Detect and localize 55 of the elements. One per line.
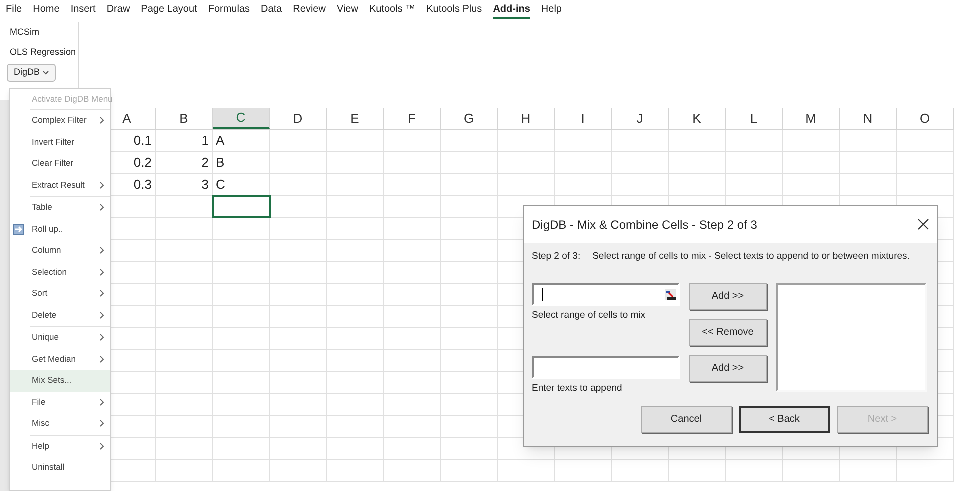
- table-cell[interactable]: A: [213, 130, 270, 151]
- dialog-button[interactable]: << Remove: [689, 319, 767, 346]
- menu-item[interactable]: Selection: [10, 262, 110, 283]
- table-cell[interactable]: C: [213, 174, 270, 195]
- menu-item[interactable]: Column: [10, 240, 110, 262]
- table-cell[interactable]: [213, 196, 270, 217]
- menu-item[interactable]: Sort: [10, 283, 110, 304]
- field-label: Select range of cells to mix: [532, 309, 647, 324]
- dropdown-button[interactable]: DigDB: [7, 64, 56, 82]
- ribbon-tab[interactable]: Draw: [106, 3, 130, 19]
- ribbon-tab[interactable]: Home: [33, 3, 60, 19]
- menu-item[interactable]: Unique: [10, 327, 110, 348]
- ribbon-tab[interactable]: File: [6, 3, 22, 19]
- menu-item[interactable]: Uninstall: [10, 457, 110, 478]
- menu-item[interactable]: Help: [10, 436, 110, 457]
- range-field[interactable]: [532, 283, 680, 306]
- ribbon-tab[interactable]: Kutools Plus: [426, 3, 482, 19]
- table-cell[interactable]: B: [213, 152, 270, 173]
- ribbon-tab[interactable]: Insert: [70, 3, 96, 19]
- ribbon-item[interactable]: OLS Regression: [10, 44, 76, 60]
- menu-item[interactable]: Table: [10, 197, 110, 218]
- ribbon-tab[interactable]: Help: [541, 3, 562, 19]
- text-cursor: [542, 288, 543, 302]
- dialog-button[interactable]: Add >>: [689, 283, 767, 310]
- ribbon-tab[interactable]: View: [336, 3, 358, 19]
- ribbon-tab[interactable]: Add-ins: [493, 3, 530, 19]
- table-cell[interactable]: 2: [156, 152, 213, 173]
- table-cell[interactable]: 3: [156, 174, 213, 195]
- table-cell[interactable]: 1: [156, 130, 213, 151]
- ribbon-tab[interactable]: Page Layout: [141, 3, 198, 19]
- menu-item[interactable]: Roll up..: [10, 218, 110, 240]
- range-picker-icon[interactable]: [665, 289, 676, 300]
- append-field[interactable]: [532, 356, 680, 378]
- menu-item[interactable]: File: [10, 392, 110, 413]
- ribbon-tab[interactable]: Formulas: [208, 3, 250, 19]
- field-label: Enter texts to append: [532, 382, 624, 396]
- menu-item[interactable]: Misc: [10, 413, 110, 434]
- caret-icon: [43, 71, 50, 75]
- ribbon-tab[interactable]: Data: [261, 3, 282, 19]
- close-icon[interactable]: [918, 219, 929, 230]
- table-arrow-icon: [13, 224, 24, 234]
- dialog-button[interactable]: < Back: [739, 406, 830, 433]
- menu-item[interactable]: Get Median: [10, 348, 110, 370]
- instruction-text: Select range of cells to mix - Select texts to append to or between mixtures.: [592, 250, 910, 264]
- ribbon-tab[interactable]: Kutools ™: [369, 3, 416, 19]
- menu-item[interactable]: Delete: [10, 304, 110, 326]
- dialog-button[interactable]: Add >>: [689, 355, 767, 382]
- list-box[interactable]: [776, 283, 927, 392]
- step-label: Step 2 of 3:: [532, 250, 581, 264]
- ribbon-item[interactable]: MCSim: [10, 24, 40, 40]
- header-cell[interactable]: C: [213, 108, 270, 129]
- dialog-title: DigDB - Mix & Combine Cells - Step 2 of 3: [532, 216, 758, 234]
- menu-item[interactable]: Mix Sets...: [10, 370, 110, 392]
- ribbon-tab[interactable]: Review: [293, 3, 326, 19]
- dialog-button[interactable]: Cancel: [641, 406, 732, 433]
